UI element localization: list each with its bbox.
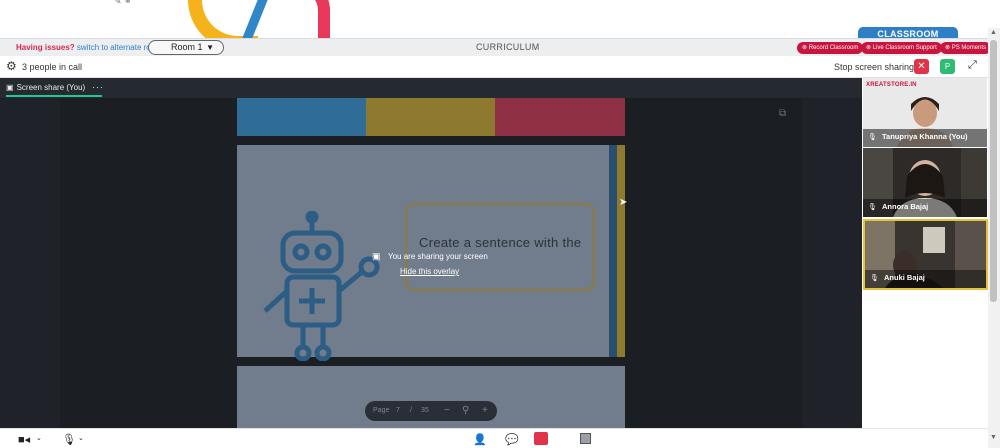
participant-name: Tanupriya Khanna (You) [882, 132, 968, 141]
sentence-prompt-card: Create a sentence with the [405, 203, 595, 291]
stage-tab-bar: ▣ Screen share (You) ··· [0, 78, 862, 98]
record-icon: ⊗ [802, 45, 808, 51]
robot-illustration [263, 211, 380, 361]
classroom-toolbar: Having issues? switch to alternate room … [0, 38, 992, 56]
avatar[interactable]: P [940, 59, 955, 74]
microphone-icon: 🎙 [868, 134, 877, 141]
ps-moments-label: PS Moments [951, 45, 987, 51]
ps-moments-button[interactable]: ⊗ PS Moments [940, 42, 992, 54]
tab-screen-share[interactable]: ▣ Screen share (You) [6, 83, 85, 92]
participant-tile[interactable]: XREATSTORE.IN 🎙 Tanupriya Khanna (You) [863, 78, 987, 147]
stop-share-icon[interactable] [534, 432, 548, 445]
curriculum-tab[interactable]: CURRICULUM [476, 42, 540, 52]
issues-label: Having issues? [16, 43, 75, 52]
live-support-label: Live Classroom Support [872, 45, 937, 51]
microphone-icon[interactable]: 🎙 [62, 433, 76, 446]
page-current-input[interactable]: 7 [396, 407, 400, 414]
active-tab-indicator [6, 95, 102, 97]
more-options-icon[interactable]: ··· [92, 82, 104, 92]
slide-previous [237, 98, 625, 136]
screen-share-icon: ▣ [6, 83, 14, 92]
issues-notice: Having issues? switch to alternate room [16, 43, 162, 52]
top-banner: ✎ ⚭ CLASSROOM [0, 0, 988, 40]
participants-rail: XREATSTORE.IN 🎙 Tanupriya Khanna (You) 🎙… [862, 78, 988, 428]
slide-stripe-red [495, 98, 625, 136]
page-total: 35 [421, 407, 429, 414]
screen-share-overlay-icon: ▣ [372, 251, 381, 261]
live-support-button[interactable]: ⊗ Live Classroom Support [861, 42, 942, 54]
record-classroom-label: Record Classroom [808, 45, 859, 51]
zoom-out-icon[interactable]: − [444, 405, 450, 416]
moments-icon: ⊗ [945, 45, 951, 51]
room-select[interactable]: Room 1 ▼ [148, 40, 224, 55]
call-bar: ⚙ 3 people in call Stop screen sharing ✕… [0, 56, 988, 78]
chat-icon[interactable]: 💬 [505, 433, 519, 446]
page-navigator: Page 7 / 35 − ⚲ + [365, 401, 497, 421]
slide-side-bar-blue [609, 145, 617, 357]
slide-stripe-blue [237, 98, 366, 136]
gear-icon[interactable]: ⚙ [6, 59, 17, 73]
app-root: ✎ ⚭ CLASSROOM Having issues? switch to a… [0, 0, 1000, 448]
participant-tile-active[interactable]: 🎙 Anuki Bajaj [863, 219, 988, 290]
support-icon: ⊗ [866, 45, 872, 51]
page-separator: / [410, 407, 412, 414]
participants-icon[interactable]: 👤 [473, 433, 487, 446]
room-select-value: Room 1 [171, 42, 203, 52]
scrollbar-thumb[interactable] [990, 40, 997, 302]
tab-screen-share-label: Screen share (You) [16, 83, 86, 92]
participant-name: Anuki Bajaj [884, 273, 925, 282]
zoom-in-icon[interactable]: + [482, 405, 488, 416]
caret-down-icon: ▼ [206, 43, 214, 52]
fullscreen-icon[interactable]: ⤢ [968, 59, 977, 72]
page-scrollbar[interactable]: ▲ ▼ [988, 28, 1000, 448]
sharing-overlay-title: You are sharing your screen [388, 252, 488, 261]
microphone-icon: 🎙 [868, 204, 877, 211]
page-label: Page [373, 407, 390, 414]
slide-current: Create a sentence with the [237, 145, 625, 361]
microphone-icon: 🎙 [870, 275, 879, 282]
search-icon[interactable]: ⚲ [462, 405, 469, 416]
camera-options-chevron-icon[interactable]: ⌄ [36, 434, 42, 442]
people-count: 3 people in call [22, 62, 83, 72]
slide-stripe-gold [366, 98, 495, 136]
mic-options-chevron-icon[interactable]: ⌄ [78, 434, 84, 442]
screen-share-stage: ▣ Screen share (You) ··· ⧉ Create a sent… [0, 78, 862, 428]
decorative-red-arc [300, 0, 330, 40]
record-classroom-button[interactable]: ⊗ Record Classroom [797, 42, 864, 54]
hide-overlay-link[interactable]: Hide this overlay [400, 267, 459, 276]
camera-icon[interactable]: ■◂ [18, 433, 30, 446]
call-controls-bar: ■◂ ⌄ 🎙 ⌄ 👤 💬 [0, 428, 988, 448]
scroll-down-icon[interactable]: ▼ [990, 434, 997, 441]
slide-side-bar-gold [617, 145, 625, 357]
pop-out-icon[interactable]: ⧉ [779, 108, 786, 119]
banner-pencil-icon: ✎ ⚭ [114, 0, 132, 6]
whiteboard-icon[interactable] [580, 433, 591, 444]
mouse-cursor-icon: ➤ [619, 197, 628, 208]
sentence-prompt-text: Create a sentence with the [419, 235, 582, 250]
participant-tile[interactable]: 🎙 Annora Bajaj [863, 148, 987, 217]
scroll-up-icon[interactable]: ▲ [990, 29, 997, 36]
close-icon[interactable]: ✕ [914, 59, 929, 74]
participant-name: Annora Bajaj [882, 202, 929, 211]
stop-sharing-button[interactable]: Stop screen sharing [834, 62, 914, 72]
